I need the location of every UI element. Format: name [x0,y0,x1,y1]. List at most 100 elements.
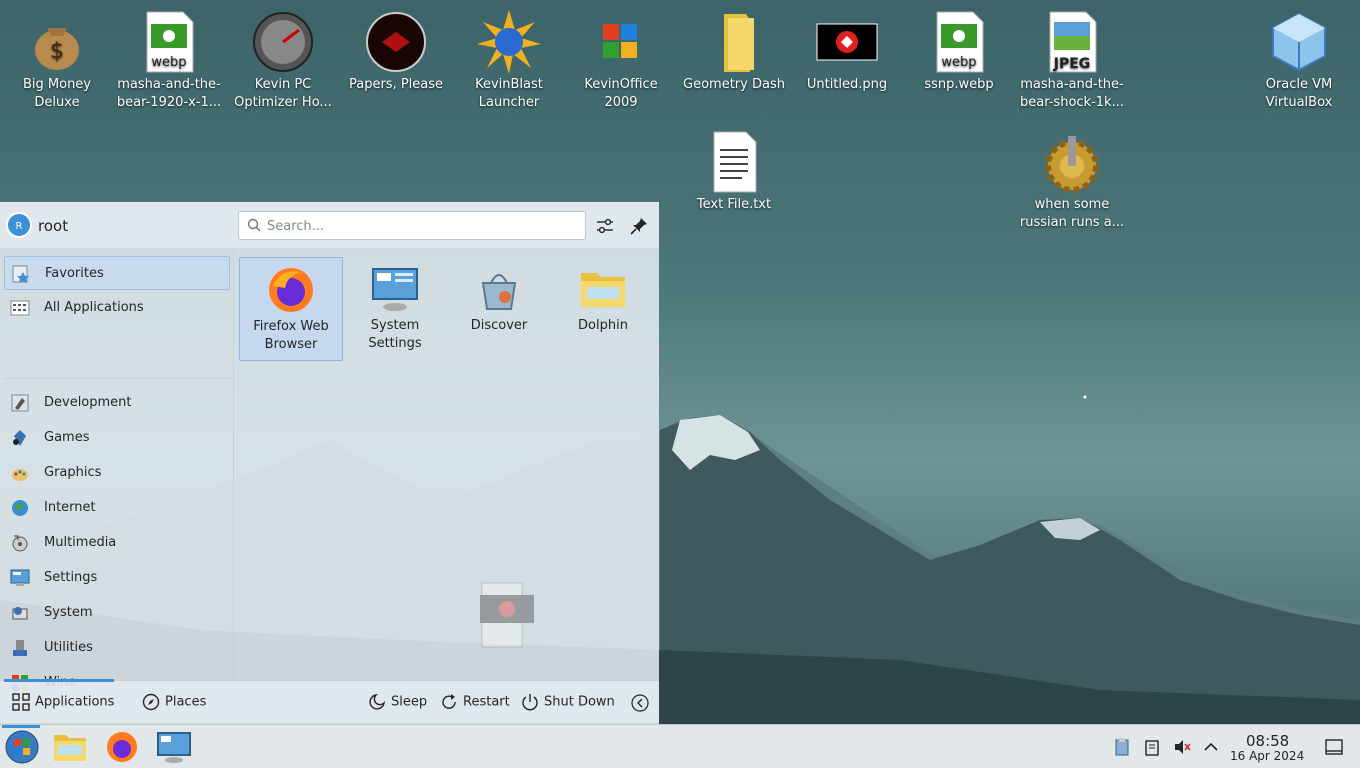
restart-button[interactable]: Restart [440,693,510,713]
search-box[interactable] [238,211,586,240]
desktop-icon-papers-please[interactable]: Papers, Please [343,4,449,94]
sidebar-item-settings[interactable]: Settings [4,561,230,595]
money-bag-icon: $ [25,10,89,74]
desktop-icon-label: when some russian runs a... [1019,197,1125,230]
clock-time[interactable]: 08:58 [1246,732,1289,750]
pin-icon[interactable] [628,215,650,237]
sidebar-item-internet[interactable]: Internet [4,491,230,525]
desktop-icon-label: Papers, Please [348,77,444,92]
dolphin-folder-icon [579,265,627,313]
desktop-icon-russian-script[interactable]: when some russian runs a... [1019,124,1125,232]
settings-icon [10,569,30,586]
desktop-icon-label: masha-and-the-bear-shock-1k... [1020,77,1124,110]
taskbar: 08:58 16 Apr 2024 [0,724,1360,768]
favorite-label: Firefox Web Browser [253,319,329,352]
folder-icon[interactable] [52,729,88,765]
username: root [38,217,69,235]
svg-text:$: $ [50,39,64,64]
start-menu-icon[interactable] [4,729,40,765]
sidebar-item-multimedia[interactable]: Multimedia [4,526,230,560]
sleep-icon [369,693,386,710]
system-settings-icon[interactable] [156,729,192,765]
favorite-label: Dolphin [578,318,628,333]
shutdown-button[interactable]: Shut Down [521,693,615,713]
favorite-label: System Settings [368,318,422,351]
volume-muted-icon[interactable] [1172,737,1192,757]
desktop-icon-text-file[interactable]: Text File.txt [681,124,787,214]
configure-icon[interactable] [594,215,616,237]
desktop-icon-big-money[interactable]: $ Big Money Deluxe [4,4,110,112]
sidebar-item-graphics[interactable]: Graphics [4,456,230,490]
favorite-system-settings[interactable]: System Settings [343,257,447,361]
desktop-icon-geometry-dash[interactable]: Geometry Dash [681,4,787,94]
application-launcher: R root Favorites All Applications Develo… [0,202,659,724]
image-thumbnail-icon [815,10,879,74]
virtualbox-cube-icon [1267,10,1331,74]
favorite-dolphin[interactable]: Dolphin [551,257,655,361]
desktop-icon-kevin-pc-optimizer[interactable]: Kevin PC Optimizer Ho... [230,4,336,112]
starburst-globe-icon [477,10,541,74]
utilities-icon [13,640,27,656]
svg-text:JPEG: JPEG [1053,56,1091,72]
system-icon [12,607,28,620]
firefox-icon [267,266,315,314]
desktop-icon-masha-webp[interactable]: webp masha-and-the-bear-1920-x-1... [116,4,222,112]
compass-icon [142,693,160,711]
grid-icon [12,693,30,711]
sidebar-item-games[interactable]: Games [4,421,230,455]
desktop-icon-virtualbox[interactable]: Oracle VM VirtualBox [1246,4,1352,112]
webp-file-icon: webp [927,10,991,74]
desktop-icon-label: KevinOffice 2009 [584,77,658,110]
show-desktop-icon[interactable] [1324,737,1344,757]
sidebar-item-all-applications[interactable]: All Applications [4,291,230,325]
speedometer-icon [251,10,315,74]
internet-icon [12,500,28,516]
more-chevron-icon[interactable] [630,693,650,713]
favorites-icon [12,265,29,283]
desktop-icon-label: masha-and-the-bear-1920-x-1... [116,77,222,110]
webp-file-icon: webp [137,10,201,74]
tab-places[interactable]: Places [142,693,206,713]
desktop-icon-label: Geometry Dash [683,77,785,92]
sleep-button[interactable]: Sleep [368,693,427,713]
desktop-icon-masha-jpeg[interactable]: JPEG masha-and-the-bear-shock-1k... [1019,4,1125,112]
search-input[interactable] [267,216,577,236]
category-sidebar: Favorites All Applications Development G… [0,250,234,691]
multimedia-icon [12,535,28,552]
firefox-icon[interactable] [104,729,140,765]
launcher-header: R root [0,203,659,249]
sidebar-item-favorites[interactable]: Favorites [4,256,230,290]
desktop-icon-label: KevinBlast Launcher [475,77,543,110]
restart-icon [442,694,456,709]
graphics-icon [12,469,28,481]
gear-script-icon [1040,130,1104,194]
search-icon [247,218,261,232]
desktop-icon-kevinoffice[interactable]: KevinOffice 2009 [568,4,674,112]
tab-applications[interactable]: Applications [12,693,114,713]
chevron-up-icon[interactable] [1201,737,1221,757]
desktop-icon-kevinblast-launcher[interactable]: KevinBlast Launcher [456,4,562,112]
discover-bag-icon [475,265,523,313]
jpeg-file-icon: JPEG [1040,10,1104,74]
development-icon [11,394,29,412]
desktop-icon-label: Kevin PC Optimizer Ho... [234,77,332,110]
desktop-icon-label: Oracle VM VirtualBox [1265,77,1333,110]
clipboard-icon[interactable] [1112,737,1132,757]
notes-icon[interactable] [1142,737,1162,757]
clock-date[interactable]: 16 Apr 2024 [1230,749,1304,763]
avatar[interactable]: R [6,212,32,238]
svg-text:webp: webp [151,55,186,70]
favorite-firefox[interactable]: Firefox Web Browser [239,257,343,361]
sidebar-divider [4,378,230,379]
desktop-icon-label: Big Money Deluxe [22,77,91,110]
games-icon [13,430,26,446]
office-logo-icon [589,10,653,74]
desktop-icon-ssnp-webp[interactable]: webp ssnp.webp [906,4,1012,94]
sidebar-item-utilities[interactable]: Utilities [4,631,230,665]
favorite-discover[interactable]: Discover [447,257,551,361]
sidebar-item-system[interactable]: System [4,596,230,630]
desktop-icon-untitled-png[interactable]: Untitled.png [794,4,900,94]
launcher-footer: Applications Places Sleep Restart Shut D… [0,679,659,724]
system-settings-icon [371,265,419,313]
sidebar-item-development[interactable]: Development [4,386,230,420]
